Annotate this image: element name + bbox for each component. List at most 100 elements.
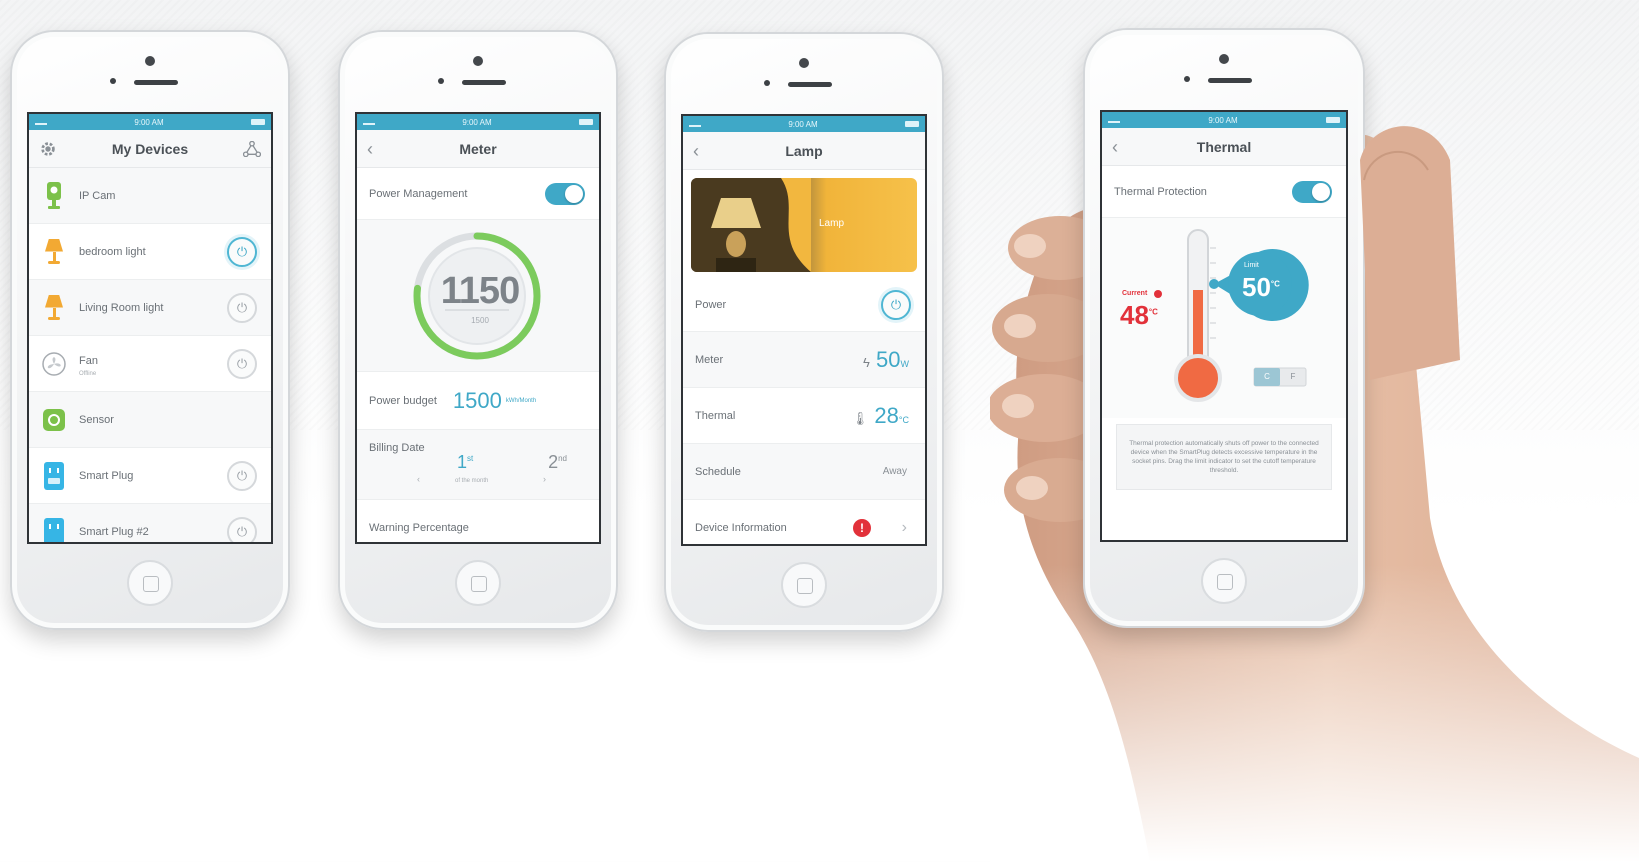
earpiece-speaker bbox=[462, 80, 506, 85]
power-button[interactable]: ⏻ bbox=[881, 289, 911, 320]
current-alert-dot bbox=[1154, 290, 1162, 298]
schedule-label: Schedule bbox=[695, 465, 741, 478]
status-time: 9:00 AM bbox=[134, 117, 164, 127]
page-title: Thermal bbox=[1196, 138, 1252, 155]
billing-first: 1st bbox=[457, 452, 474, 472]
proximity-sensor bbox=[1184, 76, 1190, 82]
camera-icon bbox=[41, 181, 67, 211]
network-icon[interactable] bbox=[243, 130, 261, 168]
device-row-fan[interactable]: Fan Offline ⏻ bbox=[29, 336, 271, 392]
gauge-sub-value: 1500 bbox=[471, 316, 489, 325]
device-label: bedroom light bbox=[79, 245, 146, 258]
billing-picker[interactable]: 1st 2nd bbox=[457, 452, 567, 473]
signal-icon bbox=[35, 119, 47, 125]
power-management-label: Power Management bbox=[369, 187, 468, 200]
power-budget-row[interactable]: Power budget 1500 kWh/Month bbox=[357, 372, 599, 430]
screen-thermal: 9:00 AM ‹ Thermal Thermal Protection Lim… bbox=[1100, 110, 1348, 542]
thumb-overlay bbox=[1360, 126, 1460, 380]
earpiece-speaker bbox=[134, 80, 178, 85]
sensor-icon bbox=[41, 405, 67, 435]
back-chevron-icon[interactable]: ‹ bbox=[693, 132, 699, 170]
power-button[interactable]: ⏻ bbox=[227, 516, 257, 542]
screen-my-devices: 9:00 AM My Devices IP Cam bedroom light … bbox=[27, 112, 273, 544]
power-button[interactable]: ⏻ bbox=[227, 236, 257, 267]
battery-icon bbox=[1325, 117, 1340, 123]
lamp-schedule-row[interactable]: Schedule Away bbox=[683, 444, 925, 500]
nav-bar: My Devices bbox=[29, 130, 271, 168]
home-button[interactable] bbox=[127, 560, 173, 606]
lamp-icon bbox=[41, 293, 67, 323]
gear-icon[interactable] bbox=[39, 130, 57, 168]
power-button[interactable]: ⏻ bbox=[227, 292, 257, 323]
billing-next-icon[interactable]: › bbox=[543, 474, 546, 484]
thermal-protection-row: Thermal Protection bbox=[1102, 166, 1346, 218]
phone-lamp: 9:00 AM ‹ Lamp Lamp Power ⏻ Meter ϟ 50W … bbox=[664, 32, 944, 632]
thermal-protection-toggle[interactable] bbox=[1292, 180, 1332, 203]
billing-prev-icon[interactable]: ‹ bbox=[417, 474, 420, 484]
back-chevron-icon[interactable]: ‹ bbox=[367, 130, 373, 168]
phone-thermal: 9:00 AM ‹ Thermal Thermal Protection Lim… bbox=[1083, 28, 1365, 628]
thermal-readout: 🌡︎ 28°C bbox=[852, 403, 909, 429]
fan-icon bbox=[41, 349, 67, 379]
signal-icon bbox=[689, 121, 701, 127]
lamp-icon bbox=[41, 237, 67, 267]
limit-value[interactable]: 50°C bbox=[1242, 272, 1280, 303]
back-chevron-icon[interactable]: ‹ bbox=[1112, 128, 1118, 166]
power-button[interactable]: ⏻ bbox=[227, 460, 257, 491]
unit-toggle[interactable]: C F bbox=[1254, 368, 1306, 386]
device-row-bedroom-light[interactable]: bedroom light ⏻ bbox=[29, 224, 271, 280]
signal-icon bbox=[1108, 117, 1120, 123]
lamp-banner-label: Lamp bbox=[819, 218, 845, 229]
lamp-banner[interactable]: Lamp bbox=[691, 178, 917, 272]
home-button[interactable] bbox=[455, 560, 501, 606]
meter-value: 50 bbox=[876, 346, 901, 372]
power-management-row: Power Management bbox=[357, 168, 599, 220]
device-label: Smart Plug bbox=[79, 469, 134, 482]
device-row-sensor[interactable]: Sensor bbox=[29, 392, 271, 448]
device-row-smart-plug-2[interactable]: Smart Plug #2 ⏻ bbox=[29, 504, 271, 542]
warning-percentage-row[interactable]: Warning Percentage bbox=[357, 500, 599, 542]
device-row-smart-plug[interactable]: Smart Plug ⏻ bbox=[29, 448, 271, 504]
thermometer-icon: 🌡︎ bbox=[851, 410, 869, 426]
front-camera bbox=[1219, 54, 1229, 64]
front-camera bbox=[799, 58, 809, 68]
power-label: Power bbox=[695, 298, 727, 311]
alert-icon: ! bbox=[853, 518, 871, 537]
battery-icon bbox=[578, 119, 593, 125]
plug-icon bbox=[41, 461, 67, 491]
screen-lamp: 9:00 AM ‹ Lamp Lamp Power ⏻ Meter ϟ 50W … bbox=[681, 114, 927, 546]
lamp-device-info-row[interactable]: Device Information ! › bbox=[683, 500, 925, 544]
device-row-ip-cam[interactable]: IP Cam bbox=[29, 168, 271, 224]
device-row-living-room-light[interactable]: Living Room light ⏻ bbox=[29, 280, 271, 336]
nav-bar: ‹ Meter bbox=[357, 130, 599, 168]
screen-meter: 9:00 AM ‹ Meter Power Management 1150 15… bbox=[355, 112, 601, 544]
proximity-sensor bbox=[764, 80, 770, 86]
device-info-label: Device Information bbox=[695, 521, 787, 534]
device-label: IP Cam bbox=[79, 189, 116, 202]
home-button[interactable] bbox=[1201, 558, 1247, 604]
billing-second: 2nd bbox=[548, 452, 567, 472]
lamp-photo bbox=[691, 178, 811, 272]
power-management-toggle[interactable] bbox=[545, 182, 585, 205]
lamp-thermal-row[interactable]: Thermal 🌡︎ 28°C bbox=[683, 388, 925, 444]
meter-readout: ϟ 50W bbox=[863, 347, 909, 373]
front-camera bbox=[473, 56, 483, 66]
phone-my-devices: 9:00 AM My Devices IP Cam bedroom light … bbox=[10, 30, 290, 630]
earpiece-speaker bbox=[788, 82, 832, 87]
lamp-meter-row[interactable]: Meter ϟ 50W bbox=[683, 332, 925, 388]
unit-celsius[interactable]: C bbox=[1254, 368, 1280, 386]
thermal-description: Thermal protection automatically shuts o… bbox=[1129, 440, 1319, 474]
billing-caption: of the month bbox=[455, 478, 489, 484]
page-title: Meter bbox=[459, 140, 497, 157]
status-bar: 9:00 AM bbox=[1102, 112, 1346, 128]
status-time: 9:00 AM bbox=[788, 119, 818, 129]
power-budget-label: Power budget bbox=[369, 394, 437, 407]
thermal-unit: °C bbox=[898, 414, 909, 425]
warning-percentage-label: Warning Percentage bbox=[369, 521, 469, 534]
billing-date-row[interactable]: Billing Date 1st 2nd of the month ‹ › bbox=[357, 430, 599, 500]
schedule-value: Away bbox=[882, 466, 907, 477]
unit-fahrenheit[interactable]: F bbox=[1280, 368, 1306, 386]
nav-bar: ‹ Thermal bbox=[1102, 128, 1346, 166]
power-button[interactable]: ⏻ bbox=[227, 348, 257, 379]
home-button[interactable] bbox=[781, 562, 827, 608]
